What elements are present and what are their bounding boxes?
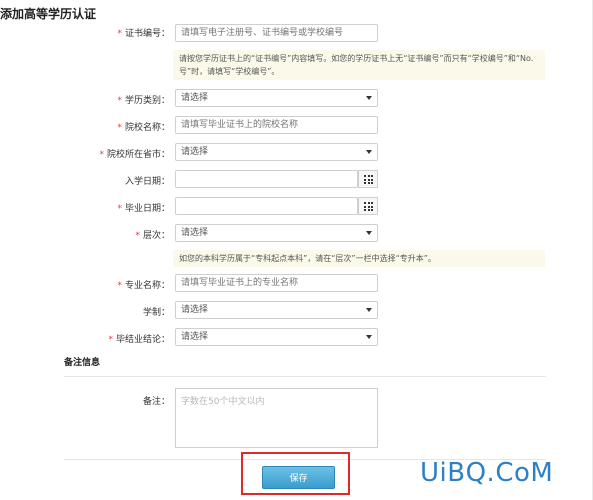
duration-label: 学制： <box>142 308 170 318</box>
chevron-down-icon <box>366 335 372 339</box>
level-label: * 层次： <box>135 231 170 241</box>
school-province-select[interactable]: 请选择 <box>175 143 378 161</box>
school-name-label: * 院校名称： <box>117 123 170 133</box>
section-divider <box>64 376 546 377</box>
school-name-input[interactable] <box>175 116 378 134</box>
notes-textarea[interactable] <box>175 388 378 448</box>
save-button[interactable]: 保存 <box>262 466 335 489</box>
chevron-down-icon <box>366 150 372 154</box>
chevron-down-icon <box>366 308 372 312</box>
major-input[interactable] <box>175 274 378 292</box>
duration-select[interactable]: 请选择 <box>175 301 378 319</box>
graduation-date-label: * 毕业日期： <box>117 204 170 214</box>
enroll-date-input[interactable] <box>175 170 358 188</box>
chevron-down-icon <box>366 96 372 100</box>
certificate-number-label: * 证书编号： <box>117 29 170 39</box>
watermark: UiBQ.CoM <box>420 458 554 488</box>
calendar-icon <box>364 202 373 211</box>
notes-label: 备注： <box>142 397 170 407</box>
graduation-date-input[interactable] <box>175 197 358 215</box>
certificate-number-hint: 请按您学历证书上的“证书编号”内容填写。如您的学历证书上无“证书编号”而只有“学… <box>173 50 545 80</box>
page-title: 添加高等学历认证 <box>0 7 97 21</box>
level-hint: 如您的本科学历属于“专科起点本科”，请在“层次”一栏中选择“专升本”。 <box>173 250 545 267</box>
graduation-date-calendar-button[interactable] <box>358 197 378 215</box>
level-select[interactable]: 请选择 <box>175 224 378 242</box>
enroll-date-calendar-button[interactable] <box>358 170 378 188</box>
school-province-label: * 院校所在省市： <box>99 150 170 160</box>
enroll-date-label: 入学日期： <box>124 177 170 187</box>
major-label: * 专业名称： <box>117 281 170 291</box>
education-type-select[interactable]: 请选择 <box>175 89 378 107</box>
education-type-label: * 学历类别： <box>117 96 170 106</box>
conclusion-label: * 毕结业结论： <box>108 335 170 345</box>
certificate-number-input[interactable] <box>175 24 378 42</box>
calendar-icon <box>364 175 373 184</box>
notes-section-title: 备注信息 <box>64 358 101 368</box>
chevron-down-icon <box>366 231 372 235</box>
conclusion-select[interactable]: 请选择 <box>175 328 378 346</box>
